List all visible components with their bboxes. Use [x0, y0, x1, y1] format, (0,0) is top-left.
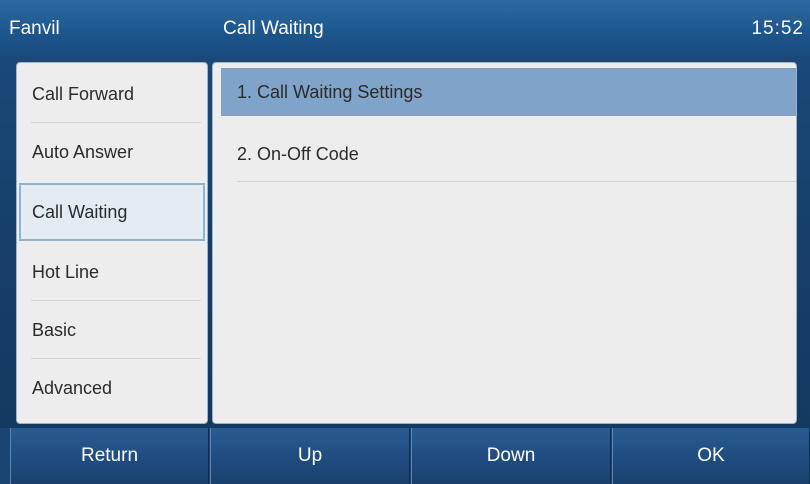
- option-label: 2. On-Off Code: [237, 143, 359, 164]
- ok-button[interactable]: OK: [612, 428, 810, 484]
- page-title: Call Waiting: [223, 18, 324, 39]
- sidebar-item-call-waiting[interactable]: Call Waiting: [19, 183, 205, 241]
- sidebar-item-label: Call Forward: [32, 83, 135, 104]
- down-button[interactable]: Down: [411, 428, 611, 484]
- sidebar-item-basic[interactable]: Basic: [17, 301, 207, 359]
- sidebar-item-hot-line[interactable]: Hot Line: [17, 243, 207, 301]
- sidebar-item-label: Basic: [32, 319, 77, 340]
- sidebar-item-auto-answer[interactable]: Auto Answer: [17, 123, 207, 181]
- softkey-bar: Return Up Down OK: [0, 428, 810, 484]
- sidebar-item-label: Auto Answer: [32, 141, 134, 162]
- phone-screen: Fanvil Call Waiting 15:52 Call Forward A…: [0, 0, 810, 484]
- up-button[interactable]: Up: [210, 428, 410, 484]
- sidebar-menu: Call Forward Auto Answer Call Waiting Ho…: [16, 62, 208, 424]
- options-panel: 1. Call Waiting Settings 2. On-Off Code: [212, 62, 797, 424]
- sidebar-item-call-forward[interactable]: Call Forward: [17, 65, 207, 123]
- option-label: 1. Call Waiting Settings: [237, 81, 423, 102]
- return-button[interactable]: Return: [10, 428, 209, 484]
- option-on-off-code[interactable]: 2. On-Off Code: [221, 130, 796, 182]
- sidebar-item-label: Call Waiting: [32, 201, 128, 222]
- sidebar-item-label: Advanced: [32, 377, 113, 398]
- sidebar-item-label: Hot Line: [32, 261, 100, 282]
- brand-label: Fanvil: [9, 18, 60, 39]
- status-bar: Fanvil Call Waiting 15:52: [0, 0, 810, 56]
- divider: [237, 181, 796, 182]
- option-call-waiting-settings[interactable]: 1. Call Waiting Settings: [221, 68, 796, 116]
- sidebar-item-advanced[interactable]: Advanced: [17, 359, 207, 417]
- clock: 15:52: [751, 18, 804, 39]
